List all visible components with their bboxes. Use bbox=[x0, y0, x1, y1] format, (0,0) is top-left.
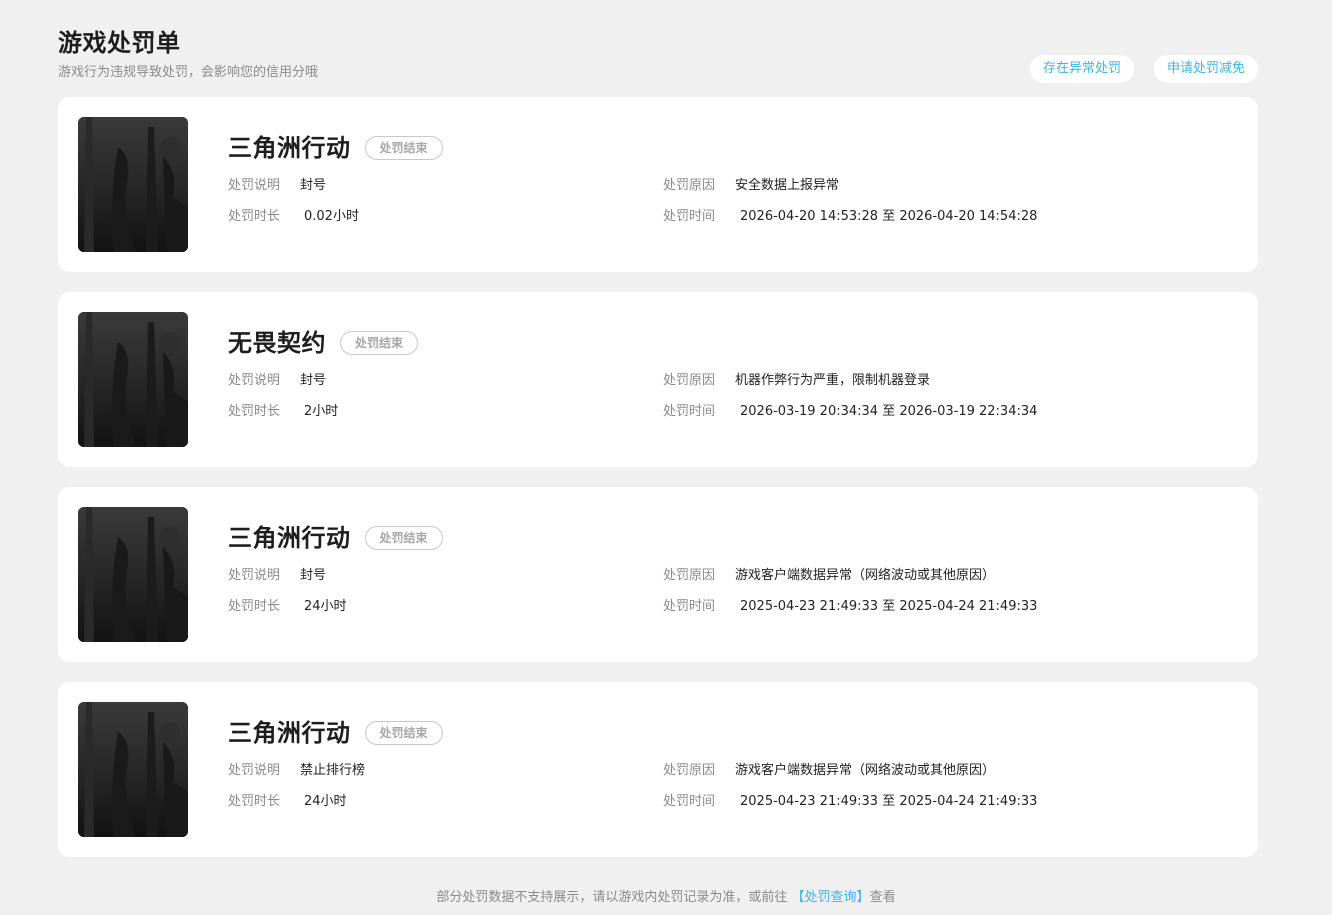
footer-prefix: 部分处罚数据不支持展示，请以游戏内处罚记录为准，或前往 bbox=[436, 890, 792, 905]
punishment-query-link[interactable]: 【处罚查询】 bbox=[792, 890, 870, 905]
description-field: 处罚说明 封号 bbox=[228, 177, 326, 195]
game-cover bbox=[78, 507, 188, 642]
time-field: 处罚时间 2025-04-23 21:49:33 至 2025-04-24 21:… bbox=[663, 598, 1037, 616]
apply-reduction-button[interactable]: 申请处罚减免 bbox=[1153, 55, 1258, 83]
reason-field: 处罚原因 游戏客户端数据异常（网络波动或其他原因） bbox=[663, 567, 995, 585]
reason-field: 处罚原因 安全数据上报异常 bbox=[663, 177, 839, 195]
punishment-card: 三角洲行动 处罚结束 处罚说明 封号 处罚时长 24小时 处罚原因 游戏客户端数据异常… bbox=[58, 487, 1258, 662]
status-badge: 处罚结束 bbox=[364, 721, 443, 745]
status-badge: 处罚结束 bbox=[364, 526, 443, 550]
duration-value: 0.02小时 bbox=[304, 209, 359, 224]
footer-suffix: 查看 bbox=[869, 890, 896, 905]
time-field: 处罚时间 2026-03-19 20:34:34 至 2026-03-19 22:… bbox=[663, 403, 1037, 421]
time-field: 处罚时间 2025-04-23 21:49:33 至 2025-04-24 21:… bbox=[663, 793, 1037, 811]
description-value: 禁止排行榜 bbox=[300, 763, 366, 778]
reason-label: 处罚原因 bbox=[663, 763, 716, 778]
duration-label: 处罚时长 bbox=[228, 209, 281, 224]
reason-field: 处罚原因 游戏客户端数据异常（网络波动或其他原因） bbox=[663, 762, 995, 780]
description-label: 处罚说明 bbox=[228, 373, 281, 388]
game-name: 三角洲行动 bbox=[228, 524, 351, 552]
reason-label: 处罚原因 bbox=[663, 178, 716, 193]
punishment-card: 三角洲行动 处罚结束 处罚说明 封号 处罚时长 0.02小时 处罚原因 安全数据上报异… bbox=[58, 97, 1258, 272]
duration-value: 2小时 bbox=[304, 404, 339, 419]
time-label: 处罚时间 bbox=[663, 599, 716, 614]
duration-field: 处罚时长 2小时 bbox=[228, 403, 338, 421]
game-cover-image-icon bbox=[78, 312, 188, 447]
footer-note: 部分处罚数据不支持展示，请以游戏内处罚记录为准，或前往 【处罚查询】查看 bbox=[0, 888, 1332, 908]
duration-field: 处罚时长 24小时 bbox=[228, 598, 347, 616]
game-title-row: 三角洲行动 处罚结束 bbox=[228, 717, 443, 749]
header-actions: 存在异常处罚 申请处罚减免 bbox=[1029, 55, 1258, 83]
punishment-card: 三角洲行动 处罚结束 处罚说明 禁止排行榜 处罚时长 24小时 处罚原因 游戏客户端数… bbox=[58, 682, 1258, 857]
time-value: 2026-03-19 20:34:34 至 2026-03-19 22:34:3… bbox=[740, 404, 1038, 419]
game-title-row: 三角洲行动 处罚结束 bbox=[228, 522, 443, 554]
description-value: 封号 bbox=[300, 373, 327, 388]
duration-field: 处罚时长 0.02小时 bbox=[228, 208, 359, 226]
reason-label: 处罚原因 bbox=[663, 373, 716, 388]
game-name: 三角洲行动 bbox=[228, 719, 351, 747]
duration-value: 24小时 bbox=[304, 599, 347, 614]
page-title: 游戏处罚单 bbox=[58, 29, 181, 57]
duration-label: 处罚时长 bbox=[228, 404, 281, 419]
status-badge: 处罚结束 bbox=[364, 136, 443, 160]
reason-value: 游戏客户端数据异常（网络波动或其他原因） bbox=[735, 763, 996, 778]
description-field: 处罚说明 禁止排行榜 bbox=[228, 762, 365, 780]
time-value: 2026-04-20 14:53:28 至 2026-04-20 14:54:2… bbox=[740, 209, 1038, 224]
time-label: 处罚时间 bbox=[663, 794, 716, 809]
punishment-list: 三角洲行动 处罚结束 处罚说明 封号 处罚时长 0.02小时 处罚原因 安全数据上报异… bbox=[58, 97, 1258, 877]
description-label: 处罚说明 bbox=[228, 763, 281, 778]
description-field: 处罚说明 封号 bbox=[228, 372, 326, 390]
game-name: 三角洲行动 bbox=[228, 134, 351, 162]
duration-label: 处罚时长 bbox=[228, 794, 281, 809]
time-label: 处罚时间 bbox=[663, 209, 716, 224]
game-title-row: 无畏契约 处罚结束 bbox=[228, 327, 419, 359]
reason-value: 机器作弊行为严重，限制机器登录 bbox=[735, 373, 931, 388]
description-label: 处罚说明 bbox=[228, 178, 281, 193]
abnormal-punishment-button[interactable]: 存在异常处罚 bbox=[1029, 55, 1134, 83]
status-badge: 处罚结束 bbox=[340, 331, 419, 355]
reason-field: 处罚原因 机器作弊行为严重，限制机器登录 bbox=[663, 372, 930, 390]
game-cover bbox=[78, 117, 188, 252]
description-value: 封号 bbox=[300, 568, 327, 583]
game-cover-image-icon bbox=[78, 702, 188, 837]
time-field: 处罚时间 2026-04-20 14:53:28 至 2026-04-20 14:… bbox=[663, 208, 1037, 226]
time-value: 2025-04-23 21:49:33 至 2025-04-24 21:49:3… bbox=[740, 794, 1038, 809]
punishment-page: 游戏处罚单 游戏行为违规导致处罚，会影响您的信用分哦 存在异常处罚 申请处罚减免 bbox=[0, 0, 1332, 915]
duration-label: 处罚时长 bbox=[228, 599, 281, 614]
game-cover-image-icon bbox=[78, 507, 188, 642]
duration-value: 24小时 bbox=[304, 794, 347, 809]
reason-label: 处罚原因 bbox=[663, 568, 716, 583]
time-value: 2025-04-23 21:49:33 至 2025-04-24 21:49:3… bbox=[740, 599, 1038, 614]
game-title-row: 三角洲行动 处罚结束 bbox=[228, 132, 443, 164]
game-cover bbox=[78, 702, 188, 837]
description-value: 封号 bbox=[300, 178, 327, 193]
game-cover bbox=[78, 312, 188, 447]
description-label: 处罚说明 bbox=[228, 568, 281, 583]
reason-value: 游戏客户端数据异常（网络波动或其他原因） bbox=[735, 568, 996, 583]
page-header: 游戏处罚单 游戏行为违规导致处罚，会影响您的信用分哦 存在异常处罚 申请处罚减免 bbox=[58, 28, 1258, 88]
duration-field: 处罚时长 24小时 bbox=[228, 793, 347, 811]
game-name: 无畏契约 bbox=[228, 329, 326, 357]
punishment-card: 无畏契约 处罚结束 处罚说明 封号 处罚时长 2小时 处罚原因 机器作弊行为严重，限制… bbox=[58, 292, 1258, 467]
time-label: 处罚时间 bbox=[663, 404, 716, 419]
reason-value: 安全数据上报异常 bbox=[735, 178, 840, 193]
game-cover-image-icon bbox=[78, 117, 188, 252]
description-field: 处罚说明 封号 bbox=[228, 567, 326, 585]
